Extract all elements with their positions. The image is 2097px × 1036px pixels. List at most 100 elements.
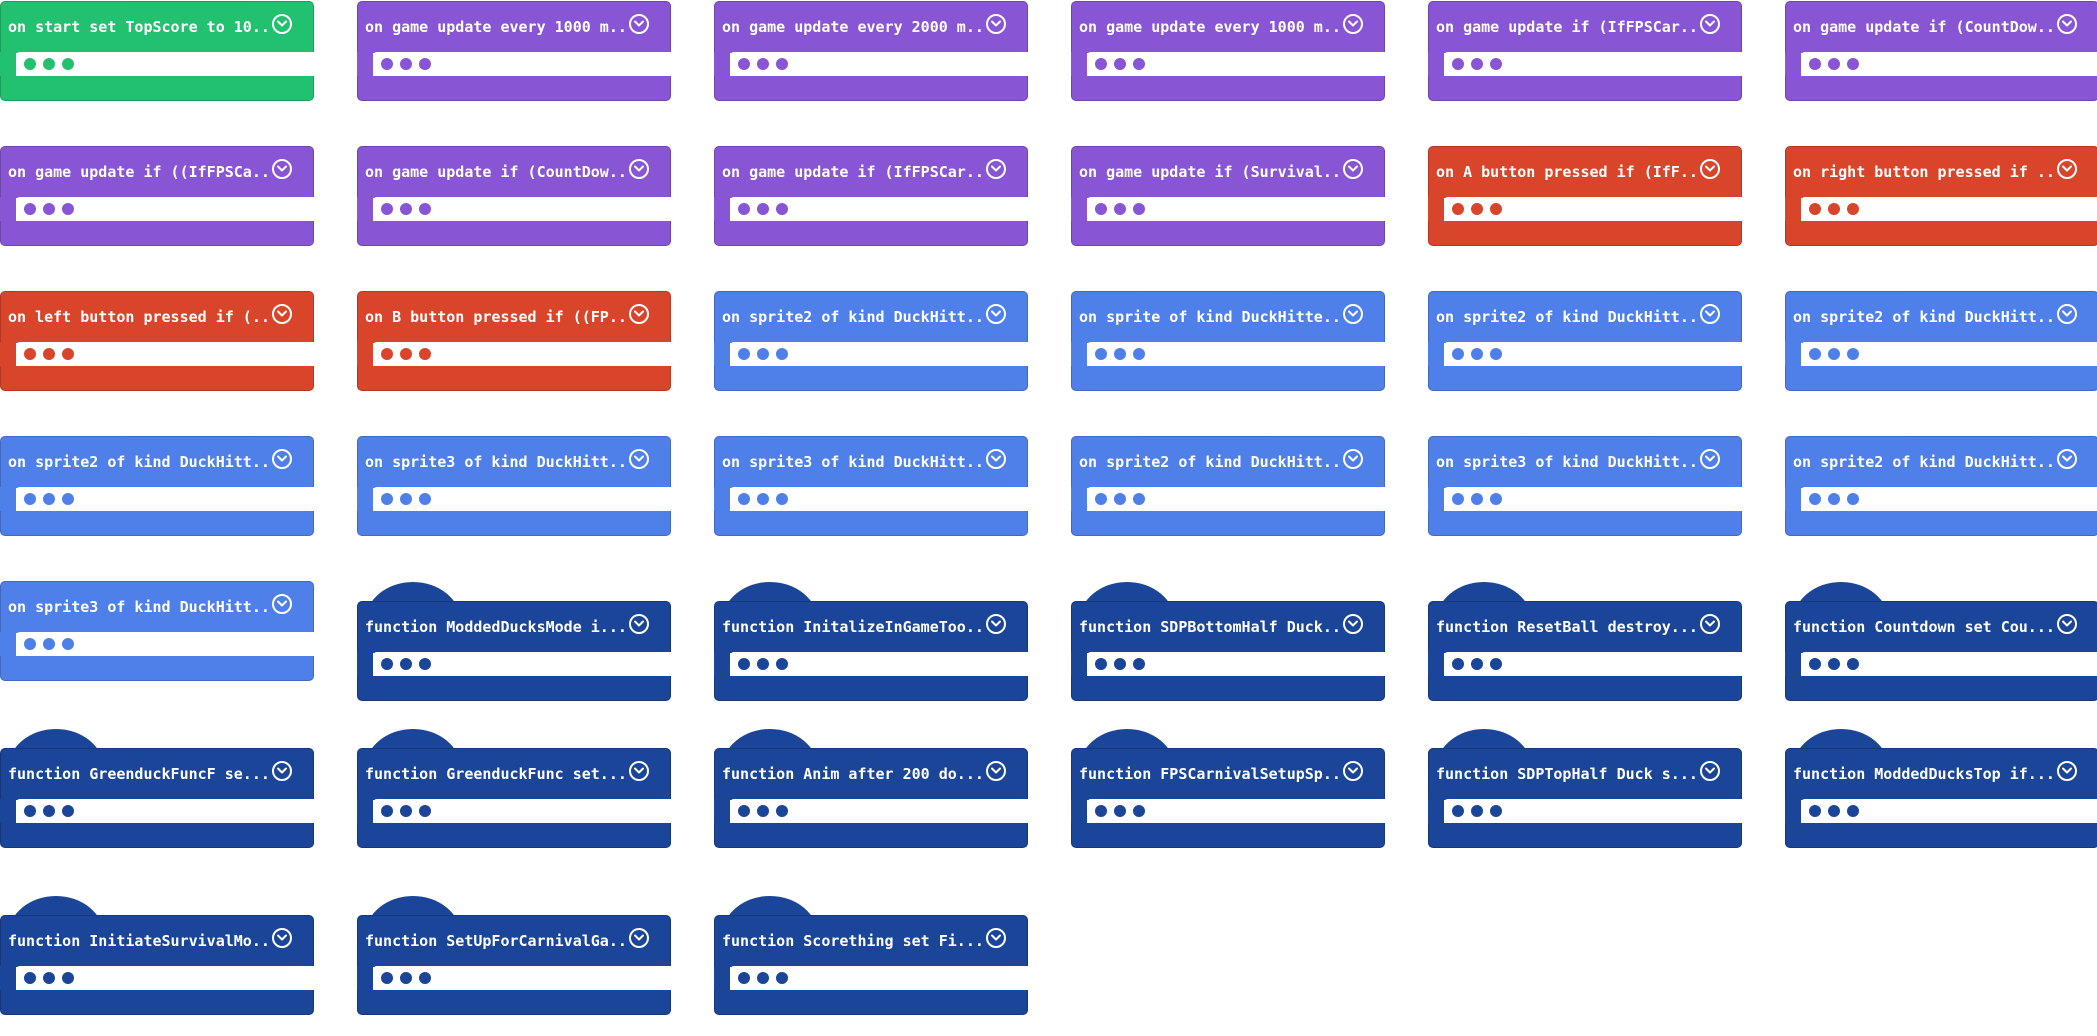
block-header[interactable]: on game update if (IfFPSCar... <box>714 146 1028 198</box>
collapsed-statement-slot[interactable] <box>730 197 1028 221</box>
block-header[interactable]: on game update every 1000 m... <box>357 1 671 53</box>
expand-chevron-icon[interactable] <box>1343 159 1363 179</box>
expand-chevron-icon[interactable] <box>1700 14 1720 34</box>
block-header[interactable]: on game update every 2000 m... <box>714 1 1028 53</box>
expand-chevron-icon[interactable] <box>272 159 292 179</box>
collapsed-function-block[interactable]: function InitalizeInGameToo... <box>714 582 1028 702</box>
collapsed-statement-slot[interactable] <box>373 799 671 823</box>
block-header[interactable]: on sprite2 of kind DuckHitt... <box>1785 436 2097 488</box>
block-header[interactable]: on right button pressed if ... <box>1785 146 2097 198</box>
expand-chevron-icon[interactable] <box>272 594 292 614</box>
block-header[interactable]: function SetUpForCarnivalGa... <box>357 915 671 967</box>
expand-chevron-icon[interactable] <box>2057 614 2077 634</box>
block-header[interactable]: function ModdedDucksMode i... <box>357 601 671 653</box>
collapsed-statement-slot[interactable] <box>1087 652 1385 676</box>
collapsed-statement-slot[interactable] <box>373 487 671 511</box>
block-header[interactable]: function InitalizeInGameToo... <box>714 601 1028 653</box>
collapsed-function-block[interactable]: function FPSCarnivalSetupSp... <box>1071 729 1385 849</box>
expand-chevron-icon[interactable] <box>1700 449 1720 469</box>
collapsed-statement-slot[interactable] <box>16 487 314 511</box>
block-header[interactable]: on sprite3 of kind DuckHitt... <box>1428 436 1742 488</box>
collapsed-loop-block[interactable]: on game update every 1000 m... <box>1071 1 1385 102</box>
block-header[interactable]: on A button pressed if (IfF... <box>1428 146 1742 198</box>
collapsed-controller-block[interactable]: on right button pressed if ... <box>1785 146 2097 247</box>
collapsed-loop-block[interactable]: on game update if (CountDow... <box>357 146 671 247</box>
block-header[interactable]: function GreenduckFuncF se... <box>0 748 314 800</box>
collapsed-function-block[interactable]: function Countdown set Cou... <box>1785 582 2097 702</box>
block-header[interactable]: on sprite2 of kind DuckHitt... <box>1785 291 2097 343</box>
collapsed-statement-slot[interactable] <box>1801 342 2097 366</box>
block-header[interactable]: on sprite2 of kind DuckHitt... <box>1071 436 1385 488</box>
collapsed-function-block[interactable]: function Scorething set Fi... <box>714 896 1028 1016</box>
collapsed-statement-slot[interactable] <box>1087 52 1385 76</box>
collapsed-statement-slot[interactable] <box>373 966 671 990</box>
expand-chevron-icon[interactable] <box>1700 614 1720 634</box>
collapsed-statement-slot[interactable] <box>1801 652 2097 676</box>
collapsed-sprite-block[interactable]: on sprite2 of kind DuckHitt... <box>1428 291 1742 392</box>
expand-chevron-icon[interactable] <box>2057 14 2077 34</box>
collapsed-statement-slot[interactable] <box>16 52 314 76</box>
block-header[interactable]: function Scorething set Fi... <box>714 915 1028 967</box>
expand-chevron-icon[interactable] <box>272 14 292 34</box>
block-header[interactable]: on game update if (CountDow... <box>357 146 671 198</box>
collapsed-sprite-block[interactable]: on sprite3 of kind DuckHitt... <box>1428 436 1742 537</box>
block-header[interactable]: on game update if (CountDow... <box>1785 1 2097 53</box>
expand-chevron-icon[interactable] <box>629 449 649 469</box>
block-header[interactable]: on sprite2 of kind DuckHitt... <box>0 436 314 488</box>
collapsed-sprite-block[interactable]: on sprite2 of kind DuckHitt... <box>1785 291 2097 392</box>
collapsed-loop-block[interactable]: on game update if (CountDow... <box>1785 1 2097 102</box>
collapsed-statement-slot[interactable] <box>1444 652 1742 676</box>
block-header[interactable]: function SDPBottomHalf Duck... <box>1071 601 1385 653</box>
expand-chevron-icon[interactable] <box>272 449 292 469</box>
block-header[interactable]: function SDPTopHalf Duck s... <box>1428 748 1742 800</box>
collapsed-statement-slot[interactable] <box>1801 197 2097 221</box>
collapsed-function-block[interactable]: function ResetBall destroy... <box>1428 582 1742 702</box>
expand-chevron-icon[interactable] <box>629 761 649 781</box>
collapsed-statement-slot[interactable] <box>16 197 314 221</box>
collapsed-sprite-block[interactable]: on sprite3 of kind DuckHitt... <box>0 581 314 682</box>
collapsed-statement-slot[interactable] <box>16 342 314 366</box>
collapsed-controller-block[interactable]: on A button pressed if (IfF... <box>1428 146 1742 247</box>
block-header[interactable]: on sprite of kind DuckHitte... <box>1071 291 1385 343</box>
block-header[interactable]: on sprite3 of kind DuckHitt... <box>357 436 671 488</box>
expand-chevron-icon[interactable] <box>1343 614 1363 634</box>
block-header[interactable]: on sprite2 of kind DuckHitt... <box>1428 291 1742 343</box>
collapsed-sprite-block[interactable]: on sprite of kind DuckHitte... <box>1071 291 1385 392</box>
collapsed-statement-slot[interactable] <box>1801 799 2097 823</box>
block-header[interactable]: function Anim after 200 do... <box>714 748 1028 800</box>
expand-chevron-icon[interactable] <box>986 449 1006 469</box>
expand-chevron-icon[interactable] <box>1343 761 1363 781</box>
collapsed-controller-block[interactable]: on B button pressed if ((FP... <box>357 291 671 392</box>
collapsed-statement-slot[interactable] <box>16 632 314 656</box>
collapsed-event-block[interactable]: on start set TopScore to 10... <box>0 1 314 102</box>
expand-chevron-icon[interactable] <box>2057 304 2077 324</box>
expand-chevron-icon[interactable] <box>629 614 649 634</box>
block-header[interactable]: on B button pressed if ((FP... <box>357 291 671 343</box>
block-header[interactable]: function Countdown set Cou... <box>1785 601 2097 653</box>
collapsed-loop-block[interactable]: on game update every 2000 m... <box>714 1 1028 102</box>
collapsed-statement-slot[interactable] <box>730 966 1028 990</box>
block-header[interactable]: on sprite3 of kind DuckHitt... <box>0 581 314 633</box>
collapsed-function-block[interactable]: function SDPTopHalf Duck s... <box>1428 729 1742 849</box>
collapsed-statement-slot[interactable] <box>373 197 671 221</box>
block-header[interactable]: function ResetBall destroy... <box>1428 601 1742 653</box>
block-header[interactable]: function GreenduckFunc set... <box>357 748 671 800</box>
collapsed-statement-slot[interactable] <box>1087 487 1385 511</box>
block-header[interactable]: on sprite2 of kind DuckHitt... <box>714 291 1028 343</box>
collapsed-sprite-block[interactable]: on sprite2 of kind DuckHitt... <box>1785 436 2097 537</box>
collapsed-function-block[interactable]: function SetUpForCarnivalGa... <box>357 896 671 1016</box>
collapsed-sprite-block[interactable]: on sprite2 of kind DuckHitt... <box>0 436 314 537</box>
collapsed-controller-block[interactable]: on left button pressed if (... <box>0 291 314 392</box>
blocks-workspace[interactable]: on start set TopScore to 10... on game u… <box>0 0 2097 1036</box>
collapsed-statement-slot[interactable] <box>730 799 1028 823</box>
expand-chevron-icon[interactable] <box>986 761 1006 781</box>
collapsed-sprite-block[interactable]: on sprite2 of kind DuckHitt... <box>1071 436 1385 537</box>
block-header[interactable]: on left button pressed if (... <box>0 291 314 343</box>
expand-chevron-icon[interactable] <box>629 304 649 324</box>
collapsed-loop-block[interactable]: on game update every 1000 m... <box>357 1 671 102</box>
collapsed-statement-slot[interactable] <box>1087 799 1385 823</box>
block-header[interactable]: function ModdedDucksTop if... <box>1785 748 2097 800</box>
collapsed-statement-slot[interactable] <box>1087 342 1385 366</box>
collapsed-sprite-block[interactable]: on sprite3 of kind DuckHitt... <box>714 436 1028 537</box>
block-header[interactable]: on game update if (IfFPSCar... <box>1428 1 1742 53</box>
